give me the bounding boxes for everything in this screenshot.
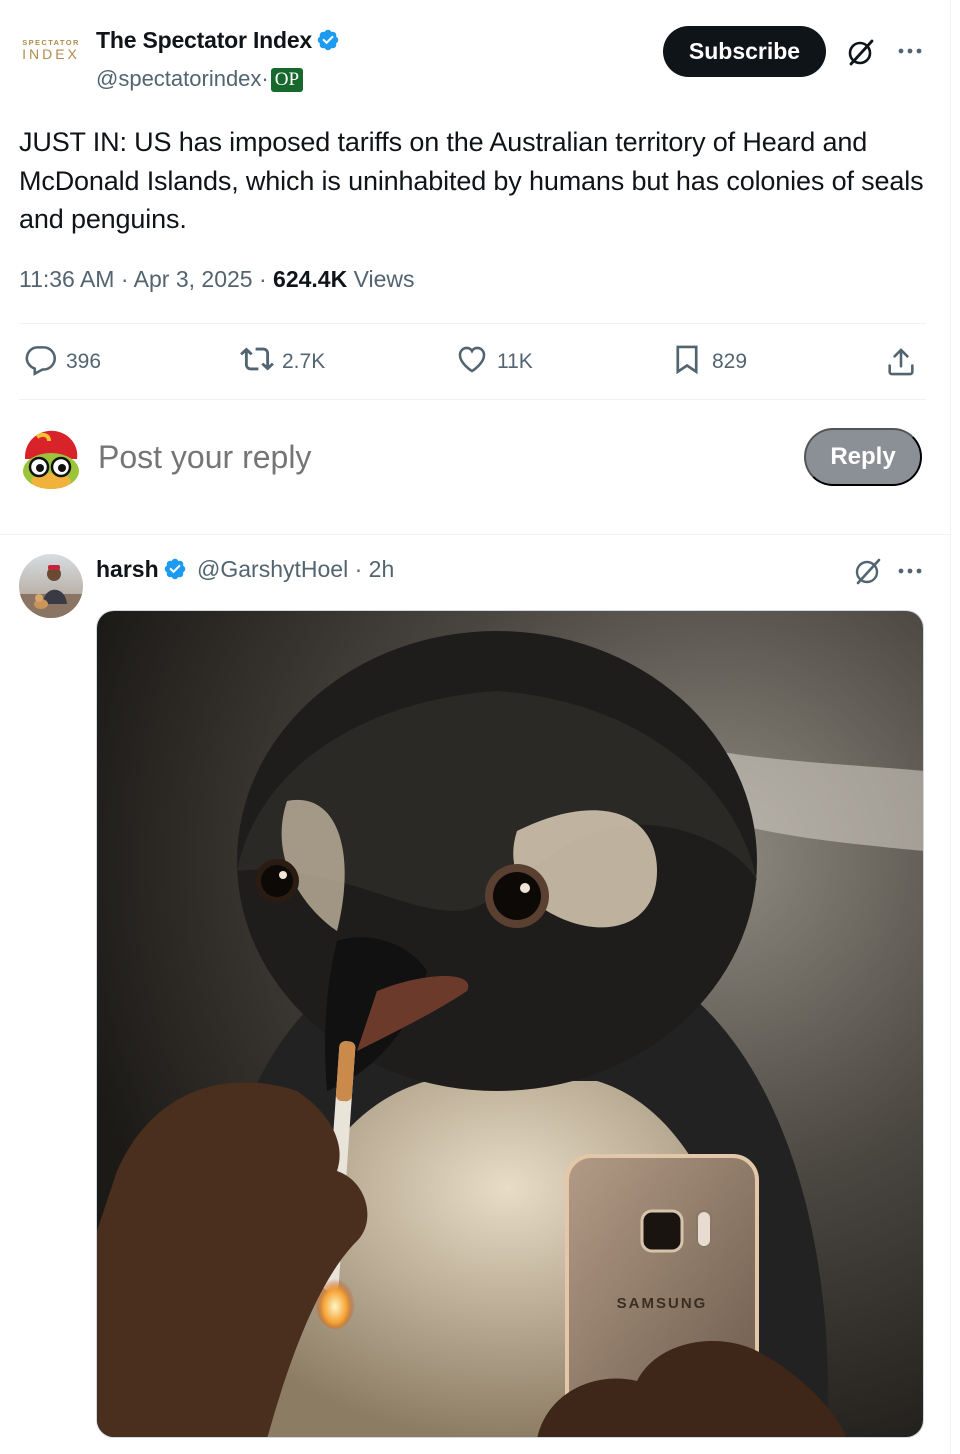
reply-input[interactable] bbox=[98, 439, 748, 476]
verified-badge-icon bbox=[316, 28, 340, 58]
reply-header: harsh @GarshytHoel · 2h bbox=[96, 556, 394, 587]
grok-icon[interactable] bbox=[845, 36, 877, 68]
bookmark-icon bbox=[670, 342, 712, 382]
reply-author-name[interactable]: harsh bbox=[96, 556, 159, 582]
meta-dot: · bbox=[354, 556, 363, 582]
reply-time[interactable]: 2h bbox=[369, 556, 395, 582]
reply-author-avatar[interactable] bbox=[19, 554, 83, 618]
grok-icon[interactable] bbox=[852, 555, 884, 587]
repost-action[interactable]: 2.7K bbox=[240, 344, 325, 380]
author-name[interactable]: The Spectator Index bbox=[96, 27, 340, 58]
bookmark-count: 829 bbox=[712, 350, 748, 373]
author-handle-row: @spectatorindex· OP bbox=[96, 66, 304, 92]
share-icon[interactable] bbox=[884, 344, 926, 380]
verified-badge-icon bbox=[163, 557, 187, 587]
author-avatar-logo[interactable]: SPECTATOR INDEX bbox=[18, 38, 84, 74]
bookmark-action[interactable]: 829 bbox=[670, 344, 747, 380]
reply-action[interactable]: 396 bbox=[24, 344, 101, 380]
handle-separator: · bbox=[261, 66, 269, 91]
author-handle[interactable]: @spectatorindex bbox=[96, 66, 261, 91]
more-dots-icon[interactable] bbox=[895, 556, 925, 586]
subscribe-button[interactable]: Subscribe bbox=[663, 26, 826, 77]
my-avatar[interactable] bbox=[19, 427, 83, 491]
action-bar: 396 2.7K 11K 829 bbox=[0, 324, 950, 400]
meta-dot: · bbox=[258, 266, 267, 292]
reply-count: 396 bbox=[66, 350, 102, 373]
reply-media-image[interactable]: SAMSUNG bbox=[96, 610, 924, 1438]
repost-count: 2.7K bbox=[282, 350, 326, 373]
reply-bubble-icon bbox=[24, 342, 66, 382]
views-count: 624.4K bbox=[273, 266, 348, 292]
more-dots-icon[interactable] bbox=[895, 36, 925, 66]
heart-icon bbox=[455, 342, 497, 382]
meta-dot: · bbox=[120, 266, 129, 292]
logo-big-text: INDEX bbox=[22, 46, 80, 62]
reply-tweet[interactable]: harsh @GarshytHoel · 2h SAMSUNG bbox=[0, 535, 950, 1454]
op-badge: OP bbox=[270, 68, 304, 92]
views-label: Views bbox=[353, 266, 415, 292]
tweet-header: SPECTATOR INDEX The Spectator Index @spe… bbox=[0, 0, 950, 110]
reply-button[interactable]: Reply bbox=[804, 428, 922, 486]
reply-composer: Reply bbox=[0, 401, 950, 534]
like-action[interactable]: 11K bbox=[455, 344, 533, 380]
author-name-text: The Spectator Index bbox=[96, 27, 313, 53]
divider bbox=[19, 399, 926, 400]
phone-brand-label: SAMSUNG bbox=[617, 1295, 708, 1312]
tweet-date[interactable]: Apr 3, 2025 bbox=[134, 266, 253, 292]
like-count: 11K bbox=[497, 350, 533, 373]
reply-author-handle[interactable]: @GarshytHoel bbox=[197, 556, 348, 582]
column-border bbox=[950, 0, 951, 1454]
repost-icon bbox=[240, 342, 282, 382]
tweet-meta: 11:36 AM · Apr 3, 2025 · 624.4K Views bbox=[19, 266, 415, 293]
tweet-text: JUST IN: US has imposed tariffs on the A… bbox=[19, 127, 924, 234]
tweet-time[interactable]: 11:36 AM bbox=[19, 266, 114, 292]
